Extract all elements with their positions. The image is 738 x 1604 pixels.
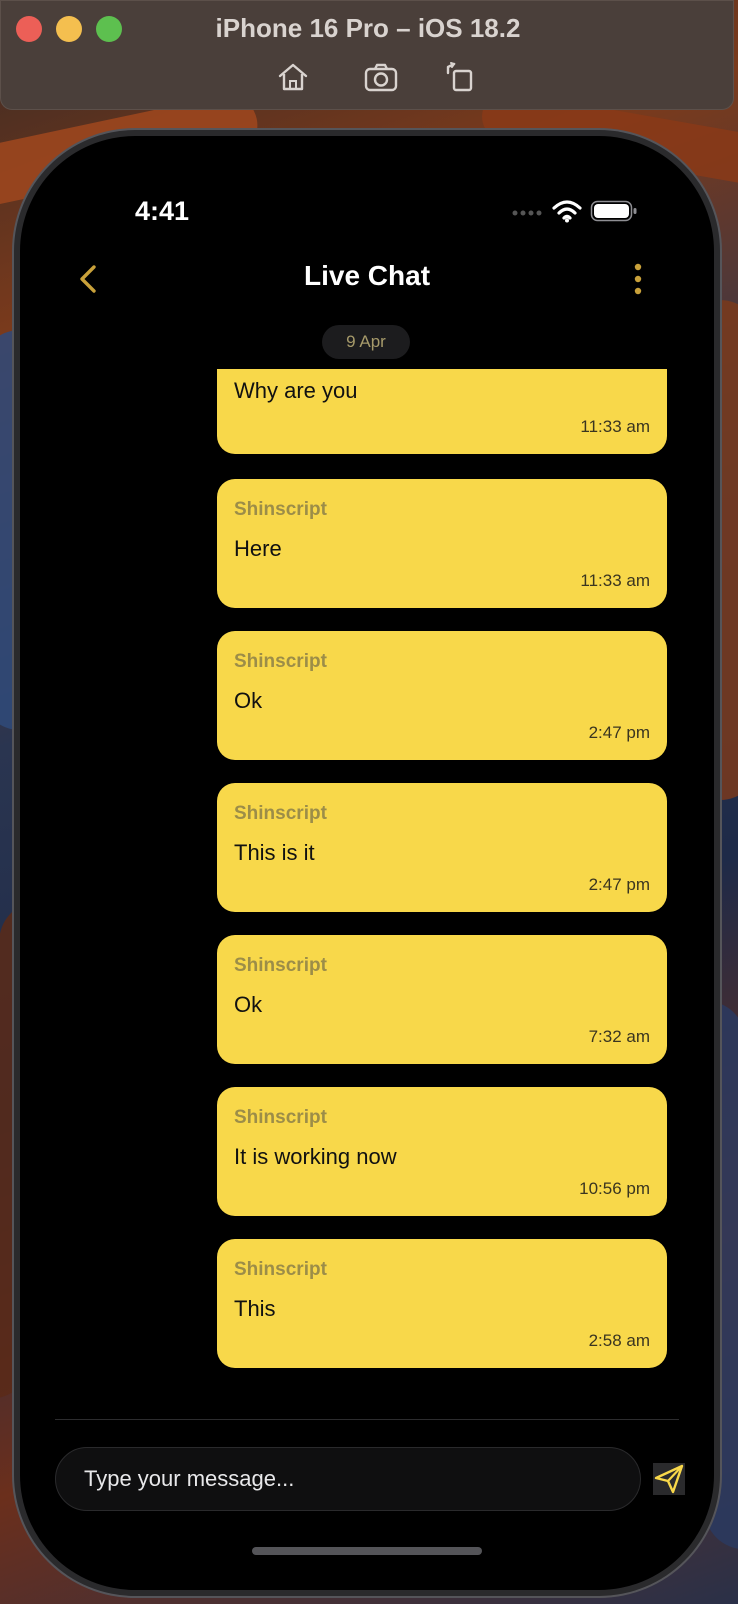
message-time: 2:58 am xyxy=(588,1331,650,1350)
signal-icon xyxy=(512,210,542,216)
status-time: 4:41 xyxy=(135,196,190,226)
home-indicator[interactable] xyxy=(252,1547,482,1555)
message-text: It is working now xyxy=(234,1144,397,1169)
message-bubble[interactable]: Shinscript Here 11:33 am xyxy=(217,479,667,608)
message-bubble[interactable]: Shinscript This is it 2:47 pm xyxy=(217,783,667,912)
message-text: This is it xyxy=(234,840,315,865)
simulator-title-bar: iPhone 16 Pro – iOS 18.2 xyxy=(0,0,734,110)
message-time: 7:32 am xyxy=(588,1027,650,1046)
message-bubble[interactable]: Shinscript This 2:58 am xyxy=(217,1239,667,1368)
page-title: Live Chat xyxy=(303,260,431,291)
message-sender: Shinscript xyxy=(234,499,327,520)
wifi-icon xyxy=(552,200,582,223)
home-icon[interactable] xyxy=(276,61,310,93)
message-text: Ok xyxy=(234,688,263,713)
message-bubble[interactable]: Shinscript It is working now 10:56 pm xyxy=(217,1087,667,1216)
message-time: 10:56 pm xyxy=(579,1179,650,1198)
message-input[interactable]: Type your message... xyxy=(55,1447,641,1511)
composer-divider xyxy=(55,1419,679,1420)
message-sender: Shinscript xyxy=(234,803,327,824)
battery-icon xyxy=(590,200,637,222)
message-time: 11:33 am xyxy=(580,417,650,436)
screenshot-icon[interactable] xyxy=(364,61,398,93)
message-sender: Shinscript xyxy=(234,1107,327,1128)
rotate-icon[interactable] xyxy=(444,61,478,93)
message-time: 2:47 pm xyxy=(588,875,650,894)
message-sender: Shinscript xyxy=(234,1259,327,1280)
message-text: Why are you xyxy=(234,378,358,403)
message-sender: Shinscript xyxy=(234,955,327,976)
more-vertical-icon[interactable] xyxy=(630,262,646,296)
message-bubble[interactable]: Shinscript Ok 7:32 am xyxy=(217,935,667,1064)
date-separator: 9 Apr xyxy=(322,325,410,359)
message-time: 2:47 pm xyxy=(588,723,650,742)
message-bubble[interactable]: Why are you 11:33 am xyxy=(217,369,667,454)
message-bubble[interactable]: Shinscript Ok 2:47 pm xyxy=(217,631,667,760)
message-text: Ok xyxy=(234,992,263,1017)
send-icon[interactable] xyxy=(653,1463,685,1495)
status-icons xyxy=(512,196,638,226)
simulator-title: iPhone 16 Pro – iOS 18.2 xyxy=(215,13,521,43)
message-text: Here xyxy=(234,536,282,561)
iphone-device-frame: 4:41 Live Chat 9 Apr Why are you 11:33 a… xyxy=(20,136,714,1590)
message-sender: Shinscript xyxy=(234,651,327,672)
message-text: This xyxy=(234,1296,276,1321)
app-screen: 4:41 Live Chat 9 Apr Why are you 11:33 a… xyxy=(20,136,714,1590)
message-list[interactable]: Why are you 11:33 am Shinscript Here 11:… xyxy=(20,369,714,1389)
message-time: 11:33 am xyxy=(580,571,650,590)
